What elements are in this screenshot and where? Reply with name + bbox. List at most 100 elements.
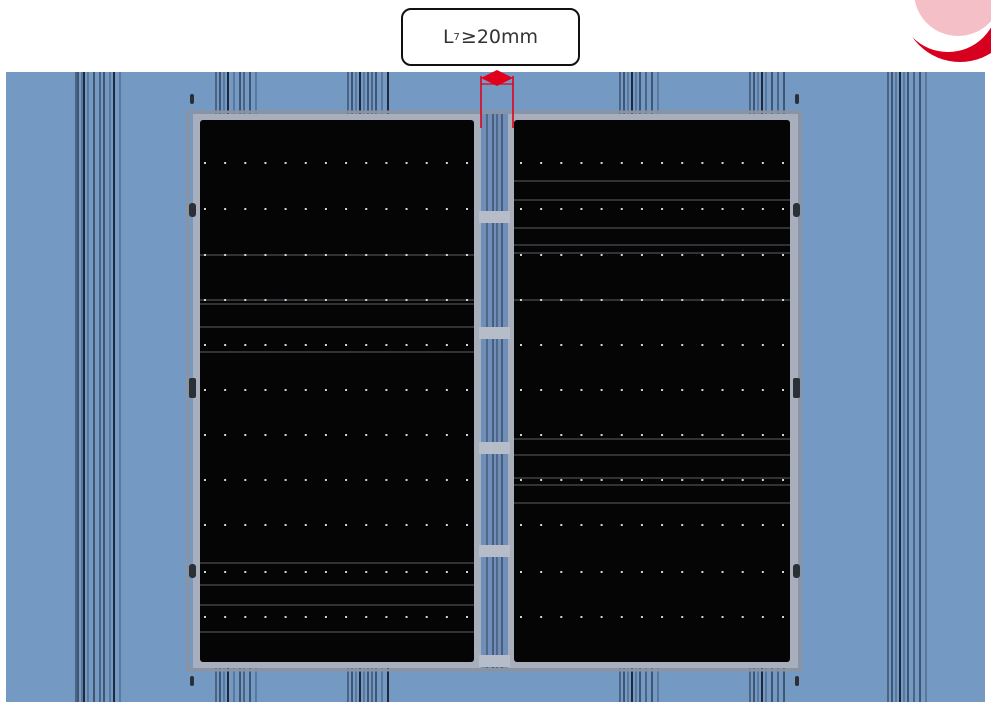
panel-right-cells [514, 120, 790, 662]
cell-dot [445, 571, 448, 573]
cell-dot [721, 254, 724, 256]
dimension-relation: ≥ [460, 26, 477, 48]
cell-dot [445, 479, 448, 481]
cell-dot [580, 616, 583, 618]
cell-dot [304, 162, 307, 164]
cell-dot [741, 571, 744, 573]
cell-dot [681, 389, 684, 391]
cell-dot [782, 344, 784, 346]
cell-dot [540, 344, 543, 346]
cell-dot [782, 208, 784, 210]
cell-dot [466, 479, 468, 481]
cell-dot [701, 208, 704, 210]
cell-dot [466, 162, 468, 164]
cell-dot [264, 434, 267, 436]
cell-dot [620, 479, 623, 481]
cell-dot [284, 344, 287, 346]
cell-dot [661, 299, 664, 301]
cell-dot [244, 571, 247, 573]
cell-dot [661, 571, 664, 573]
cell-dot [324, 162, 327, 164]
cell-dot [600, 389, 603, 391]
cell-dot [224, 389, 227, 391]
cell-dot [741, 208, 744, 210]
cell-dot [520, 254, 522, 256]
cell-dot [640, 208, 643, 210]
cell-dot [385, 389, 388, 391]
cell-dot [244, 524, 247, 526]
cell-dot [405, 162, 408, 164]
cell-dot [365, 571, 368, 573]
cell-dot [264, 208, 267, 210]
cell-dot [761, 299, 764, 301]
cell-dot [385, 524, 388, 526]
cell-dot [620, 162, 623, 164]
cell-dot [425, 524, 428, 526]
cell-dot [701, 524, 704, 526]
cell-dot [721, 434, 724, 436]
cell-dot [324, 616, 327, 618]
cell-dot [425, 434, 428, 436]
cell-dot [560, 524, 563, 526]
cell-dot [445, 254, 448, 256]
cell-dot [365, 254, 368, 256]
cell-dot [600, 299, 603, 301]
solar-panel-right [508, 114, 798, 668]
cell-dot [204, 524, 206, 526]
cell-dot [721, 162, 724, 164]
cell-dot [640, 524, 643, 526]
cell-dot [405, 524, 408, 526]
cell-dot [761, 162, 764, 164]
cell-dot [620, 254, 623, 256]
cell-dot [284, 162, 287, 164]
cell-dot [540, 162, 543, 164]
cell-dot [600, 571, 603, 573]
cell-dot [701, 344, 704, 346]
dimension-callout: L 7 ≥20mm [401, 8, 580, 66]
cell-dot [284, 616, 287, 618]
dimension-symbol: L [442, 26, 454, 48]
installation-diagram [0, 0, 991, 702]
cell-dot [204, 344, 206, 346]
cell-dot [721, 208, 724, 210]
cell-dot [204, 208, 206, 210]
cell-dot [620, 571, 623, 573]
cell-dot [540, 389, 543, 391]
cell-dot [345, 524, 348, 526]
cell-dot [701, 299, 704, 301]
cell-dot [445, 299, 448, 301]
cell-dot [445, 208, 448, 210]
cell-dot [224, 254, 227, 256]
cell-dot [580, 389, 583, 391]
cell-dot [204, 616, 206, 618]
cell-dot [540, 571, 543, 573]
cell-dot [721, 344, 724, 346]
cell-dot [520, 571, 522, 573]
cell-dot [204, 434, 206, 436]
cell-dot [264, 389, 267, 391]
cell-dot [560, 434, 563, 436]
cell-dot [405, 344, 408, 346]
cell-dot [284, 524, 287, 526]
cell-dot [560, 254, 563, 256]
cell-dot [405, 616, 408, 618]
rail-clamp [479, 211, 510, 223]
cell-dot [701, 571, 704, 573]
cell-dot [445, 344, 448, 346]
cell-dot [425, 208, 428, 210]
rail-clamp [479, 327, 510, 339]
cell-dot [520, 344, 522, 346]
cell-dot [264, 299, 267, 301]
cell-dot [425, 299, 428, 301]
cell-dot [520, 434, 522, 436]
cell-dot [244, 389, 247, 391]
cell-dot [425, 479, 428, 481]
cell-dot [284, 254, 287, 256]
cell-dot [661, 434, 664, 436]
cell-dot [761, 344, 764, 346]
cell-dot [741, 299, 744, 301]
cell-dot [580, 162, 583, 164]
cell-dot [284, 434, 287, 436]
cell-dot [600, 254, 603, 256]
cell-dot [445, 389, 448, 391]
